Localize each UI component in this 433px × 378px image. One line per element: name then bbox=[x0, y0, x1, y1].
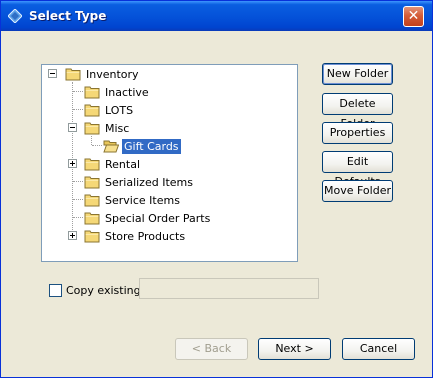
title-bar[interactable]: Select Type ✕ bbox=[1, 1, 432, 31]
cancel-button[interactable]: Cancel bbox=[342, 338, 415, 360]
close-button[interactable]: ✕ bbox=[403, 6, 424, 27]
open-folder-icon bbox=[103, 140, 119, 153]
next-button[interactable]: Next > bbox=[258, 338, 331, 360]
tree-connector bbox=[73, 217, 83, 218]
folder-icon bbox=[84, 194, 100, 207]
app-diamond-icon bbox=[8, 9, 22, 23]
tree-item-label: Serialized Items bbox=[105, 176, 193, 189]
tree-connector bbox=[91, 136, 92, 145]
tree-connector bbox=[73, 199, 83, 200]
tree-item-label: Gift Cards bbox=[122, 139, 181, 154]
properties-button[interactable]: Properties bbox=[322, 122, 393, 144]
folder-icon bbox=[65, 68, 81, 81]
tree-item-label: Inventory bbox=[86, 68, 139, 81]
copy-existing-field bbox=[139, 278, 319, 299]
select-type-dialog: Select Type ✕ Inventory Inactive LOTS Mi… bbox=[0, 0, 433, 378]
collapse-inventory-toggle[interactable] bbox=[48, 69, 57, 78]
tree-connector bbox=[73, 181, 83, 182]
tree-item-label: LOTS bbox=[105, 104, 134, 117]
folder-icon bbox=[84, 158, 100, 171]
tree-item-label: Inactive bbox=[105, 86, 149, 99]
back-button[interactable]: < Back bbox=[175, 338, 248, 360]
edit-defaults-button[interactable]: Edit Defaults bbox=[322, 151, 393, 188]
new-folder-button[interactable]: New Folder bbox=[322, 63, 393, 85]
folder-icon bbox=[84, 176, 100, 189]
tree-item-label: Service Items bbox=[105, 194, 180, 207]
delete-folder-button[interactable]: Delete Folder bbox=[322, 93, 393, 130]
collapse-misc-toggle[interactable] bbox=[68, 123, 77, 132]
tree-connector bbox=[73, 109, 83, 110]
folder-icon bbox=[84, 230, 100, 243]
tree-item-label: Special Order Parts bbox=[105, 212, 211, 225]
tree-connector bbox=[92, 145, 102, 146]
tree-item-label: Store Products bbox=[105, 230, 186, 243]
folder-icon bbox=[84, 122, 100, 135]
window-title: Select Type bbox=[29, 9, 107, 23]
move-folder-button[interactable]: Move Folder bbox=[322, 180, 393, 202]
folder-icon bbox=[84, 86, 100, 99]
folder-icon bbox=[84, 104, 100, 117]
folder-tree[interactable]: Inventory Inactive LOTS Misc Gift Cards … bbox=[41, 64, 298, 262]
close-icon: ✕ bbox=[407, 8, 420, 24]
expand-rental-toggle[interactable] bbox=[68, 159, 77, 168]
folder-icon bbox=[84, 212, 100, 225]
copy-existing-label: Copy existing: bbox=[66, 284, 145, 297]
tree-item-label: Rental bbox=[105, 158, 140, 171]
tree-connector bbox=[73, 91, 83, 92]
expand-store-products-toggle[interactable] bbox=[68, 231, 77, 240]
copy-existing-checkbox[interactable] bbox=[49, 284, 62, 297]
tree-item-label: Misc bbox=[105, 122, 130, 135]
